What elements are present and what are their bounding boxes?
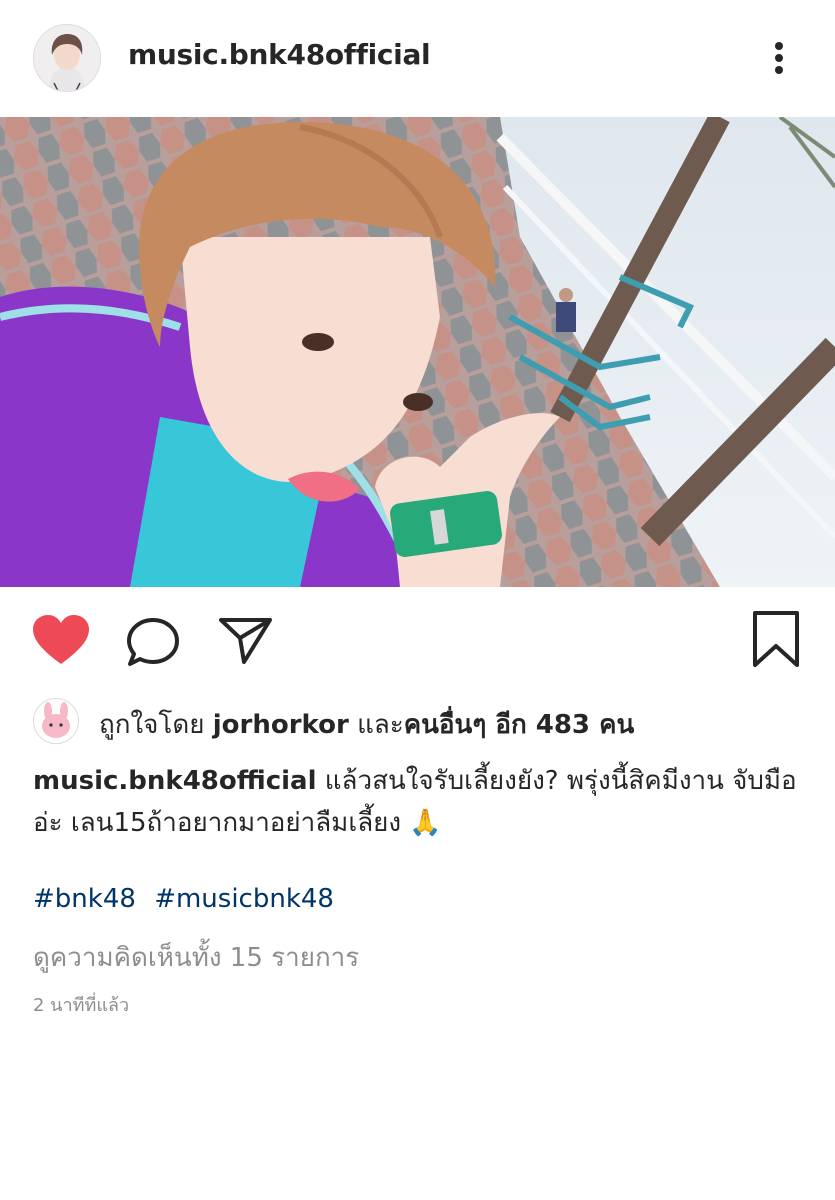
bookmark-icon[interactable] xyxy=(752,610,800,668)
more-vertical-icon[interactable] xyxy=(764,36,794,80)
post-caption: music.bnk48official แล้วสนใจรับเลี้ยงยัง… xyxy=(33,760,813,844)
avatar-image xyxy=(34,25,100,91)
profile-avatar[interactable] xyxy=(33,24,101,92)
liker-username[interactable]: jorhorkor xyxy=(213,710,349,740)
post-header: music.bnk48official xyxy=(0,0,835,116)
hashtags: #bnk48 #musicbnk48 xyxy=(33,884,344,914)
comment-icon[interactable] xyxy=(126,616,182,668)
likes-others-link[interactable]: คนอื่นๆ อีก 483 คน xyxy=(404,710,634,740)
caption-username[interactable]: music.bnk48official xyxy=(33,766,317,796)
likes-text: ถูกใจโดย jorhorkor และคนอื่นๆ อีก 483 คน xyxy=(99,704,634,745)
post-photo[interactable] xyxy=(0,117,835,587)
view-comments-link[interactable]: ดูความคิดเห็นทั้ง 15 รายการ xyxy=(33,937,359,978)
likes-prefix: ถูกใจโดย xyxy=(99,710,205,740)
photo-illustration xyxy=(0,117,835,587)
paper-plane-icon[interactable] xyxy=(218,614,274,666)
likes-and: และ xyxy=(357,710,404,740)
hashtag-bnk48[interactable]: #bnk48 xyxy=(33,884,136,914)
likes-summary: ถูกใจโดย jorhorkor และคนอื่นๆ อีก 483 คน xyxy=(33,698,813,744)
hashtag-musicbnk48[interactable]: #musicbnk48 xyxy=(154,884,334,914)
post-timestamp: 2 นาทีที่แล้ว xyxy=(33,995,130,1016)
liker-avatar[interactable] xyxy=(33,698,79,744)
heart-filled-icon[interactable] xyxy=(32,614,90,666)
post-username[interactable]: music.bnk48official xyxy=(128,38,431,71)
post-actions xyxy=(0,600,835,680)
